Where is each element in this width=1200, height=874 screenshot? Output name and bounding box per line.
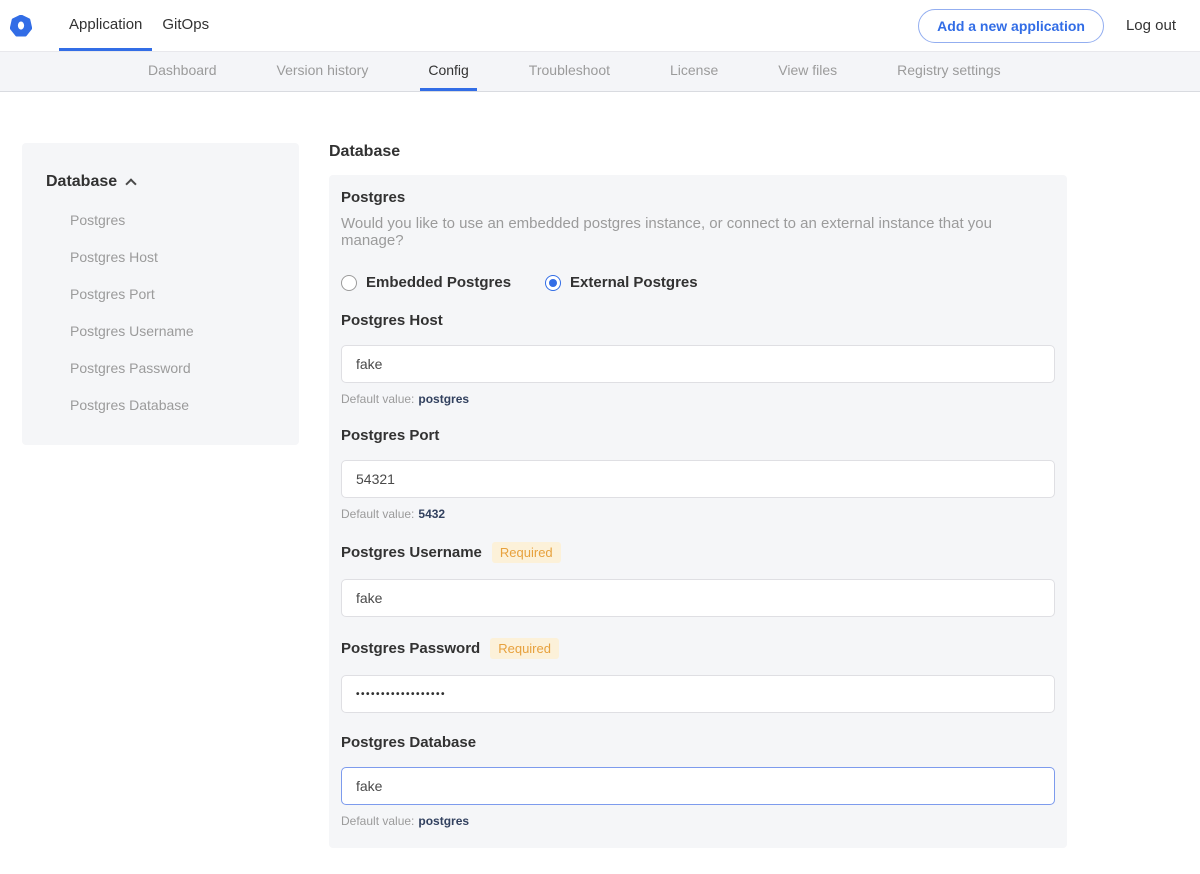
postgres-username-input[interactable] xyxy=(341,579,1055,617)
sidebar-group-label: Database xyxy=(46,173,117,191)
replicated-logo-icon xyxy=(10,15,32,37)
sidebar-item-postgres-username[interactable]: Postgres Username xyxy=(70,323,275,339)
postgres-port-input[interactable] xyxy=(341,460,1055,498)
sidebar-group-database[interactable]: Database xyxy=(46,173,275,191)
default-prefix: Default value: xyxy=(341,507,414,521)
database-config-panel: Postgres Would you like to use an embedd… xyxy=(329,175,1067,848)
sidebar-item-postgres[interactable]: Postgres xyxy=(70,212,275,228)
sidebar-item-list: Postgres Postgres Host Postgres Port Pos… xyxy=(46,212,275,413)
radio-external-postgres[interactable]: External Postgres xyxy=(545,274,698,291)
postgres-host-input[interactable] xyxy=(341,345,1055,383)
header-tabs: Application GitOps xyxy=(59,0,219,51)
required-badge: Required xyxy=(490,638,559,659)
postgres-password-label: Postgres Password xyxy=(341,640,480,657)
subnav-license[interactable]: License xyxy=(662,52,726,91)
sidebar-item-postgres-password[interactable]: Postgres Password xyxy=(70,360,275,376)
tab-gitops-label: GitOps xyxy=(162,16,209,33)
required-badge: Required xyxy=(492,542,561,563)
subnav-dashboard[interactable]: Dashboard xyxy=(140,52,225,91)
postgres-port-default-hint: Default value: 5432 xyxy=(341,507,1055,521)
postgres-host-label: Postgres Host xyxy=(341,312,443,329)
sidebar-item-postgres-port[interactable]: Postgres Port xyxy=(70,286,275,302)
postgres-port-label: Postgres Port xyxy=(341,427,439,444)
default-value: postgres xyxy=(418,814,469,828)
radio-external-postgres-label: External Postgres xyxy=(570,274,698,291)
subnav-view-files[interactable]: View files xyxy=(770,52,845,91)
app-subnav: Dashboard Version history Config Trouble… xyxy=(0,52,1200,92)
tab-gitops[interactable]: GitOps xyxy=(152,0,219,51)
default-prefix: Default value: xyxy=(341,814,414,828)
app-logo[interactable] xyxy=(10,0,32,51)
tab-application[interactable]: Application xyxy=(59,0,152,51)
logout-link[interactable]: Log out xyxy=(1126,17,1176,34)
subnav-troubleshoot[interactable]: Troubleshoot xyxy=(521,52,618,91)
default-value: 5432 xyxy=(418,507,445,521)
postgres-database-input[interactable] xyxy=(341,767,1055,805)
radio-selected-icon xyxy=(545,275,561,291)
top-navbar: Application GitOps Add a new application… xyxy=(0,0,1200,52)
postgres-database-default-hint: Default value: postgres xyxy=(341,814,1055,828)
subnav-version-history[interactable]: Version history xyxy=(269,52,377,91)
config-sidebar: Database Postgres Postgres Host Postgres… xyxy=(22,143,299,445)
radio-embedded-postgres[interactable]: Embedded Postgres xyxy=(341,274,511,291)
postgres-group-help-text: Would you like to use an embedded postgr… xyxy=(341,215,1055,249)
default-value: postgres xyxy=(418,392,469,406)
subnav-registry-settings[interactable]: Registry settings xyxy=(889,52,1008,91)
config-page: Database Postgres Postgres Host Postgres… xyxy=(0,92,1200,874)
section-title: Database xyxy=(329,143,1067,161)
postgres-host-default-hint: Default value: postgres xyxy=(341,392,1055,406)
postgres-password-input[interactable] xyxy=(341,675,1055,713)
postgres-database-label: Postgres Database xyxy=(341,734,476,751)
default-prefix: Default value: xyxy=(341,392,414,406)
postgres-username-label: Postgres Username xyxy=(341,544,482,561)
sidebar-item-postgres-database[interactable]: Postgres Database xyxy=(70,397,275,413)
radio-unselected-icon xyxy=(341,275,357,291)
add-new-application-button[interactable]: Add a new application xyxy=(918,9,1104,43)
topbar-right: Add a new application Log out xyxy=(918,0,1176,51)
radio-embedded-postgres-label: Embedded Postgres xyxy=(366,274,511,291)
postgres-group-title: Postgres xyxy=(341,189,1055,206)
tab-application-label: Application xyxy=(69,16,142,33)
postgres-radio-group: Embedded Postgres External Postgres xyxy=(341,274,1055,291)
chevron-up-icon xyxy=(125,178,136,189)
sidebar-item-postgres-host[interactable]: Postgres Host xyxy=(70,249,275,265)
subnav-config[interactable]: Config xyxy=(420,52,476,91)
config-main: Database Postgres Would you like to use … xyxy=(329,143,1067,874)
